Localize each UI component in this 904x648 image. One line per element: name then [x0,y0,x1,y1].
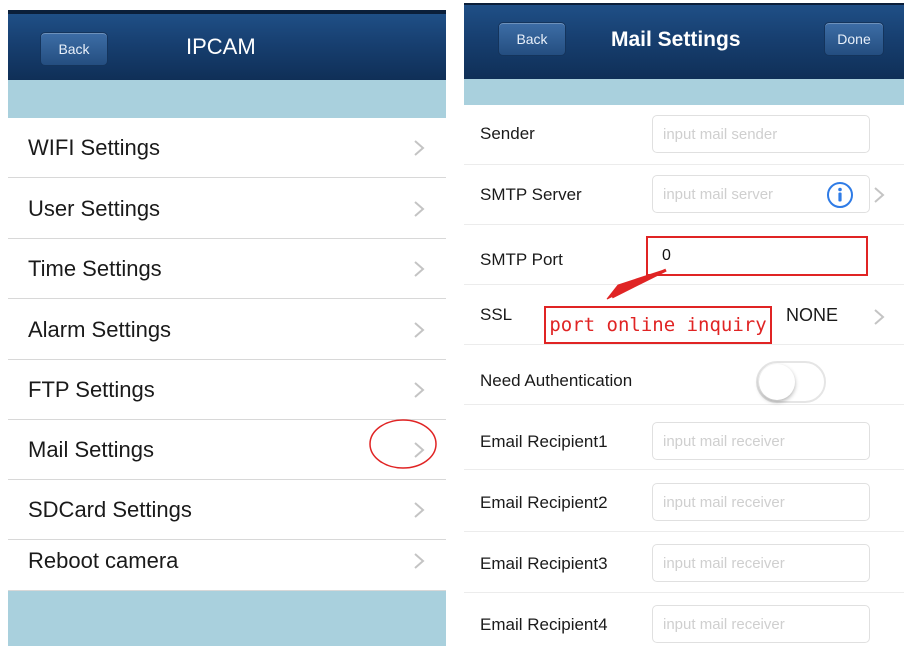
menu-item-user-settings[interactable]: User Settings [8,179,446,239]
smtp-server-row: SMTP Server [464,165,904,225]
menu-item-reboot-camera[interactable]: Reboot camera [8,531,446,591]
page-title: Mail Settings [611,28,741,51]
chevron-right-icon [412,500,426,520]
recipient-row: Email Recipient3 [464,533,904,593]
chevron-right-icon [412,259,426,279]
ipcam-settings-screen: Back IPCAM WIFI Settings User Settings T… [8,10,446,646]
footer-strip [8,591,446,646]
need-authentication-toggle[interactable] [756,361,826,403]
need-auth-row: Need Authentication [464,345,904,405]
toggle-knob [759,364,795,400]
smtp-server-label: SMTP Server [480,185,582,204]
ssl-label: SSL [480,305,513,324]
navigation-bar: Back Mail Settings Done [464,3,904,79]
chevron-right-icon [872,307,886,327]
menu-item-time-settings[interactable]: Time Settings [8,239,446,299]
email-recipient4-label: Email Recipient4 [480,615,608,634]
page-title: IPCAM [186,34,256,59]
info-icon[interactable] [826,181,854,209]
chevron-right-icon [412,320,426,340]
back-button-label: Back [58,41,90,57]
menu-item-label: User Settings [28,195,161,221]
chevron-right-icon [412,138,426,158]
chevron-right-icon [412,199,426,219]
menu-item-label: Reboot camera [28,547,179,573]
menu-item-wifi-settings[interactable]: WIFI Settings [8,118,446,178]
chevron-right-icon [412,551,426,571]
need-authentication-label: Need Authentication [480,371,633,390]
recipient-row: Email Recipient1 [464,410,904,470]
section-header [464,79,904,105]
done-button[interactable]: Done [824,22,884,56]
sender-row: Sender [464,105,904,165]
sender-input[interactable] [652,115,870,153]
menu-item-ftp-settings[interactable]: FTP Settings [8,360,446,420]
chevron-right-icon [872,185,886,205]
section-header [8,80,446,118]
smtp-port-value: 0 [662,247,671,264]
mail-settings-screen: Back Mail Settings Done Sender SMTP Serv… [464,3,904,648]
smtp-port-label: SMTP Port [480,250,563,269]
menu-item-label: Mail Settings [28,436,154,462]
email-recipient1-input[interactable] [652,422,870,460]
ssl-value[interactable]: NONE [786,305,838,326]
recipient-row: Email Recipient4 [464,593,904,648]
back-button[interactable]: Back [498,22,566,56]
annotation-callout: port online inquiry [544,306,772,344]
chevron-right-icon [412,380,426,400]
recipient-row: Email Recipient2 [464,472,904,532]
chevron-right-icon [412,440,426,460]
menu-item-label: SDCard Settings [28,496,192,522]
email-recipient2-label: Email Recipient2 [480,493,608,512]
email-recipient2-input[interactable] [652,483,870,521]
menu-item-mail-settings[interactable]: Mail Settings [8,420,446,480]
menu-item-alarm-settings[interactable]: Alarm Settings [8,300,446,360]
email-recipient4-input[interactable] [652,605,870,643]
menu-item-label: WIFI Settings [28,134,161,160]
sender-label: Sender [480,124,535,143]
menu-item-label: Alarm Settings [28,316,172,342]
menu-item-label: FTP Settings [28,376,155,402]
email-recipient1-label: Email Recipient1 [480,432,608,451]
back-button[interactable]: Back [40,32,108,66]
smtp-port-input[interactable]: 0 [646,236,868,276]
navigation-bar: Back IPCAM [8,10,446,80]
menu-item-label: Time Settings [28,255,162,281]
back-button-label: Back [516,31,548,47]
email-recipient3-label: Email Recipient3 [480,554,608,573]
email-recipient3-input[interactable] [652,544,870,582]
